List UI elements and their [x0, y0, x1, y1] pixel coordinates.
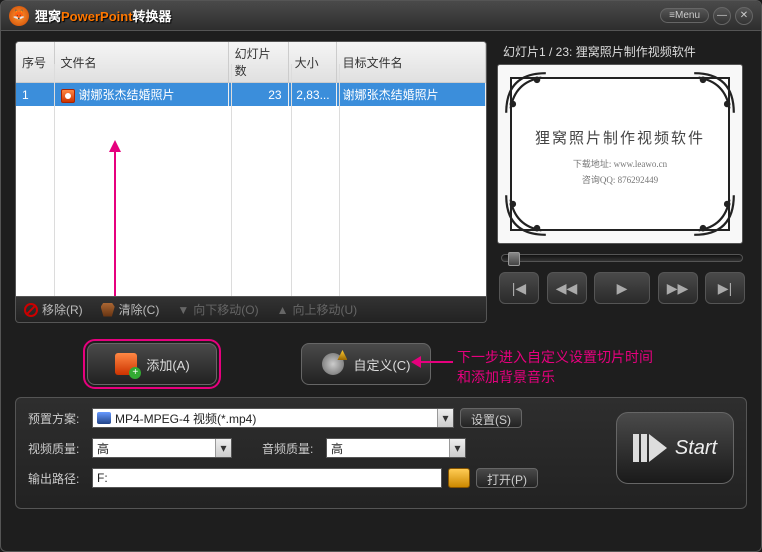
gear-icon	[322, 353, 344, 375]
clear-button[interactable]: 清除(C)	[101, 301, 160, 318]
cell-filename: 谢娜张杰结婚照片	[54, 83, 228, 107]
delete-icon	[24, 303, 38, 317]
cell-size: 2,83...	[288, 83, 336, 107]
preview-line3: 咨询QQ: 876292449	[498, 173, 742, 186]
audio-quality-label: 音频质量:	[262, 440, 320, 457]
preview-label: 幻灯片1 / 23: 狸窝照片制作视频软件	[497, 41, 747, 64]
col-header-num[interactable]: 序号	[16, 42, 54, 83]
annotation-arrow-up	[114, 142, 116, 297]
annotation-arrow-left	[413, 361, 453, 363]
menu-button[interactable]: ≡Menu	[660, 8, 709, 23]
app-title: 狸窝PowerPoint转换器	[35, 6, 172, 25]
remove-button[interactable]: 移除(R)	[24, 301, 83, 318]
app-logo-icon: 🦊	[9, 6, 29, 26]
ppt-file-icon	[61, 89, 75, 103]
play-button[interactable]: ▶	[594, 272, 650, 304]
annotation-text: 下一步进入自定义设置切片时间 和添加背景音乐	[457, 347, 653, 387]
table-toolbar: 移除(R) 清除(C) ▼向下移动(O) ▲向上移动(U)	[15, 297, 487, 323]
slider-thumb[interactable]	[508, 252, 520, 266]
playback-slider[interactable]	[501, 254, 743, 262]
rewind-button[interactable]: ◀◀	[547, 272, 587, 304]
close-button[interactable]: ✕	[735, 7, 753, 25]
minimize-button[interactable]: —	[713, 7, 731, 25]
arrow-down-icon: ▼	[177, 303, 189, 317]
video-quality-label: 视频质量:	[28, 440, 86, 457]
audio-quality-combo[interactable]: 高▾	[326, 438, 466, 458]
broom-icon	[101, 303, 115, 317]
format-icon	[97, 412, 111, 424]
forward-button[interactable]: ▶▶	[658, 272, 698, 304]
col-header-slides[interactable]: 幻灯片数	[228, 42, 288, 83]
video-quality-combo[interactable]: 高▾	[92, 438, 232, 458]
col-header-size[interactable]: 大小	[288, 42, 336, 83]
arrow-up-icon: ▲	[277, 303, 289, 317]
start-button[interactable]: Start	[616, 412, 734, 484]
settings-button[interactable]: 设置(S)	[460, 408, 522, 428]
chevron-down-icon: ▾	[449, 439, 465, 457]
output-path-label: 输出路径:	[28, 470, 86, 487]
chevron-down-icon: ▾	[437, 409, 453, 427]
browse-folder-button[interactable]	[448, 468, 470, 488]
next-button[interactable]: ▶|	[705, 272, 745, 304]
add-file-icon	[115, 353, 137, 375]
preview-line2: 下载地址: www.leawo.cn	[498, 157, 742, 170]
titlebar: 🦊 狸窝PowerPoint转换器 ≡Menu — ✕	[1, 1, 761, 31]
add-button[interactable]: 添加(A)	[87, 343, 217, 385]
chevron-down-icon: ▾	[215, 439, 231, 457]
col-header-filename[interactable]: 文件名	[54, 42, 228, 83]
settings-panel: 预置方案: MP4-MPEG-4 视频(*.mp4) ▾ 设置(S) 视频质量:…	[15, 397, 747, 509]
cell-num: 1	[16, 83, 54, 107]
table-row[interactable]: 1 谢娜张杰结婚照片 23 2,83... 谢娜张杰结婚照片	[16, 83, 486, 107]
move-down-button[interactable]: ▼向下移动(O)	[177, 301, 258, 318]
output-path-input[interactable]	[92, 468, 442, 488]
slide-preview: 狸窝照片制作视频软件 下载地址: www.leawo.cn 咨询QQ: 8762…	[497, 64, 743, 244]
open-button[interactable]: 打开(P)	[476, 468, 538, 488]
prev-button[interactable]: |◀	[499, 272, 539, 304]
col-header-target[interactable]: 目标文件名	[336, 42, 485, 83]
file-table[interactable]: 序号 文件名 幻灯片数 大小 目标文件名 1 谢娜张杰结婚照片 23 2,83.…	[15, 41, 487, 297]
cell-target: 谢娜张杰结婚照片	[336, 83, 485, 107]
preview-title: 狸窝照片制作视频软件	[498, 127, 742, 148]
cell-slides: 23	[228, 83, 288, 107]
start-icon	[633, 434, 669, 462]
move-up-button[interactable]: ▲向上移动(U)	[277, 301, 358, 318]
preset-label: 预置方案:	[28, 410, 86, 427]
preset-combo[interactable]: MP4-MPEG-4 视频(*.mp4) ▾	[92, 408, 454, 428]
